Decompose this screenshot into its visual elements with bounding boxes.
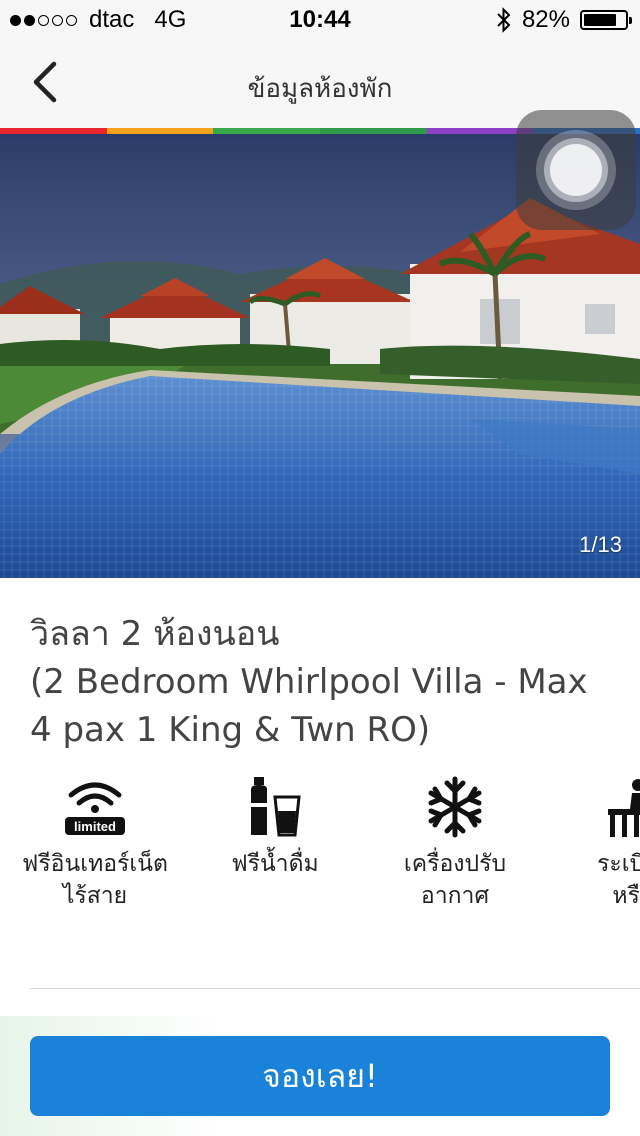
amenity-label: ฟรีอินเทอร์เน็ต ไร้สาย [22, 851, 168, 909]
amenity-drinking-water: ฟรีน้ำดื่ม [190, 772, 360, 880]
amenity-label: เครื่องปรับ อากาศ [403, 851, 507, 909]
assistive-touch-button[interactable] [516, 110, 636, 230]
bottom-action-bar: จองเลย! [0, 1016, 640, 1136]
drinking-water-icon [190, 772, 360, 842]
amenity-label: ระเบียง หรือ [597, 851, 640, 909]
wifi-badge-text: limited [74, 819, 116, 834]
amenities-list: limited ฟรีอินเทอร์เน็ต ไร้สาย ฟรีน้ำดื่… [0, 772, 640, 932]
amenity-air-conditioning: เครื่องปรับ อากาศ [370, 772, 540, 912]
amenity-wifi: limited ฟรีอินเทอร์เน็ต ไร้สาย [10, 772, 180, 912]
status-right: 82% [496, 6, 632, 34]
amenity-balcony: ระเบียง หรือ [548, 772, 640, 912]
page-title: ข้อมูลห้องพัก [247, 74, 393, 104]
balcony-icon [548, 772, 640, 842]
amenity-label: ฟรีน้ำดื่ม [231, 851, 319, 877]
room-name: วิลลา 2 ห้องนอน (2 Bedroom Whirlpool Vil… [30, 610, 620, 754]
status-bar: dtac 4G 10:44 82% [0, 0, 640, 40]
photo-counter: 1/13 [579, 532, 622, 557]
wifi-limited-icon: limited [10, 772, 180, 842]
battery-percent: 82% [521, 6, 570, 33]
battery-icon [580, 10, 632, 30]
section-divider [30, 988, 640, 989]
bluetooth-icon [497, 7, 511, 33]
book-now-button[interactable]: จองเลย! [30, 1036, 610, 1116]
snowflake-icon [370, 772, 540, 842]
room-name-thai: วิลลา 2 ห้องนอน [30, 614, 280, 654]
room-name-english: (2 Bedroom Whirlpool Villa - Max 4 pax 1… [30, 662, 588, 750]
